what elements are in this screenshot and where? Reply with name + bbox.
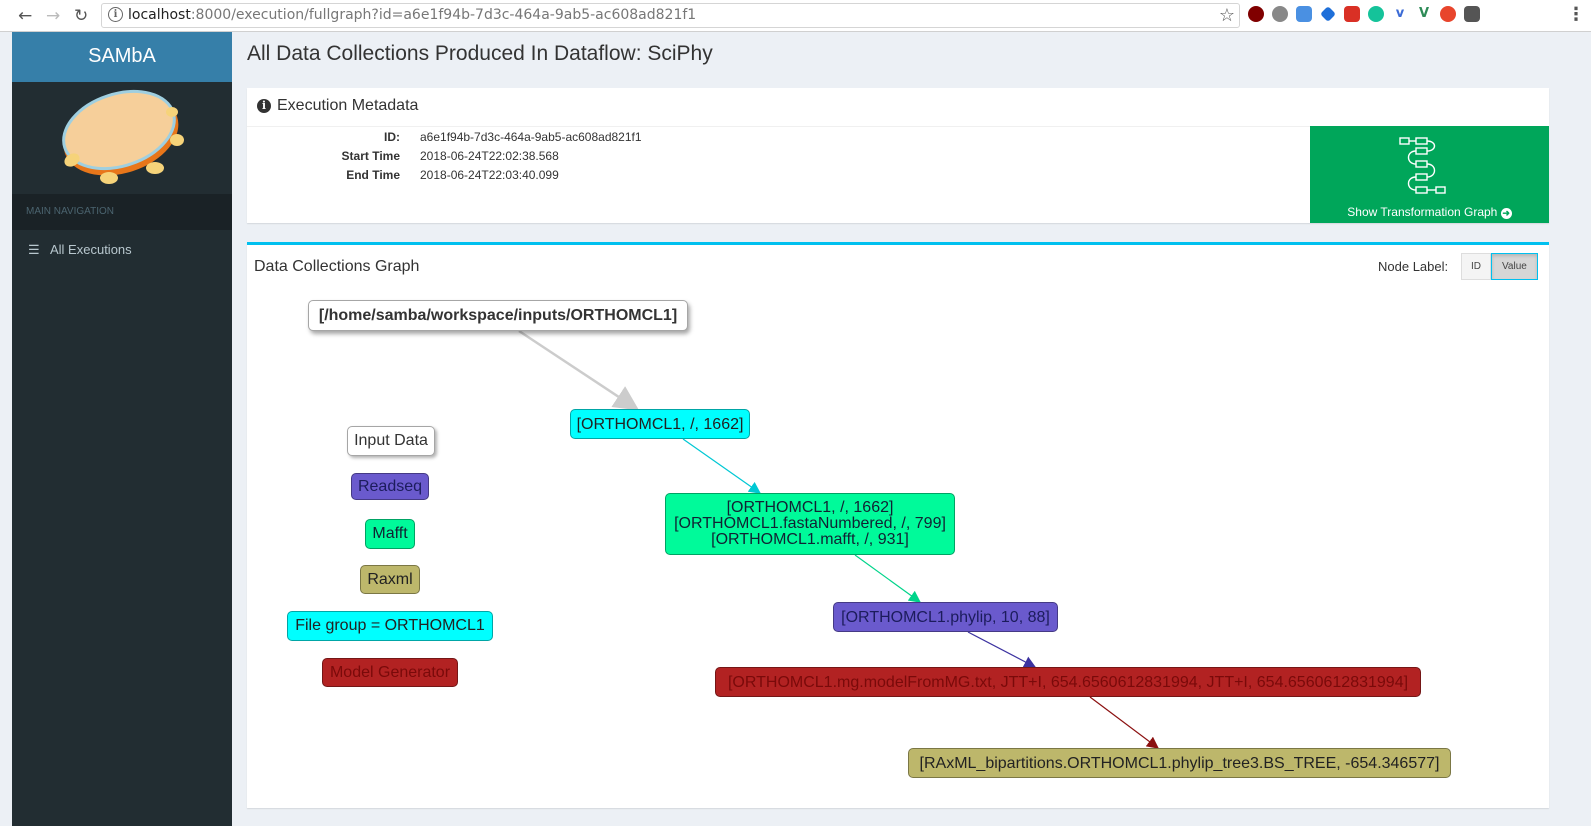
show-transformation-graph-button[interactable]: Show Transformation Graph ➜ [1310, 126, 1549, 223]
vimium-icon[interactable]: v [1392, 6, 1408, 22]
brand-logo-text[interactable]: SAMbA [12, 32, 232, 82]
graph-node-mafft[interactable]: [ORTHOMCL1, /, 1662] [ORTHOMCL1.fastaNum… [665, 493, 955, 555]
page-title: All Data Collections Produced In Dataflo… [247, 42, 713, 65]
extension-icon[interactable] [1464, 6, 1480, 22]
sidebar: SAMbA MAIN NAVIGATION ☰ All Executions [12, 32, 232, 826]
forward-arrow-icon[interactable]: → [46, 6, 60, 26]
data-collections-graph-box: Data Collections Graph Node Label: ID Va… [247, 242, 1549, 808]
info-circle-icon: i [257, 99, 271, 113]
legend-file-group[interactable]: File group = ORTHOMCL1 [287, 611, 493, 641]
graph-edge [1089, 696, 1159, 749]
address-bar[interactable]: i localhost:8000/execution/fullgraph?id=… [101, 3, 1240, 28]
url-text[interactable]: localhost:8000/execution/fullgraph?id=a6… [128, 7, 696, 23]
start-time-label: Start Time [341, 149, 400, 163]
grammarly-icon[interactable] [1368, 6, 1384, 22]
legend-model-generator[interactable]: Model Generator [322, 658, 458, 687]
end-time-value: 2018-06-24T22:03:40.099 [420, 168, 559, 182]
sidebar-item-all-executions[interactable]: ☰ All Executions [12, 230, 232, 270]
legend-raxml[interactable]: Raxml [360, 565, 420, 594]
graph-node-line: [ORTHOMCL1.mafft, /, 931] [711, 531, 909, 548]
nav-header: MAIN NAVIGATION [12, 194, 232, 230]
info-icon[interactable]: i [108, 7, 123, 22]
graph-node-file-group[interactable]: [ORTHOMCL1, /, 1662] [570, 409, 750, 439]
legend-mafft[interactable]: Mafft [365, 519, 415, 549]
browser-menu-icon[interactable]: ⋮ [1567, 4, 1585, 25]
list-icon: ☰ [28, 242, 40, 257]
graph-node-readseq[interactable]: [ORTHOMCL1.phylip, 10, 88] [833, 602, 1058, 632]
bookmark-star-icon[interactable]: ☆ [1219, 5, 1235, 26]
reload-icon[interactable]: ↻ [74, 6, 88, 26]
execution-metadata-box: i Execution Metadata ID: a6e1f94b-7d3c-46… [247, 88, 1549, 223]
extension-icons: v V [1248, 6, 1488, 26]
extension-icon[interactable] [1344, 6, 1360, 22]
metadata-header: i Execution Metadata [247, 88, 1549, 127]
browser-toolbar: ← → ↻ i localhost:8000/execution/fullgra… [0, 0, 1591, 32]
extension-icon[interactable] [1440, 6, 1456, 22]
transform-button-label: Show Transformation Graph [1347, 205, 1498, 219]
graph-node-raxml[interactable]: [RAxML_bipartitions.ORTHOMCL1.phylip_tre… [908, 748, 1451, 778]
end-time-label: End Time [346, 168, 400, 182]
tambourine-logo [12, 82, 232, 194]
graph-node-line: [ORTHOMCL1, /, 1662] [726, 499, 894, 516]
id-label: ID: [384, 130, 400, 144]
graph-edge [518, 329, 640, 411]
graph-edge [682, 438, 761, 494]
id-value: a6e1f94b-7d3c-464a-9ab5-ac608ad821f1 [420, 130, 642, 144]
translate-icon[interactable] [1296, 6, 1312, 22]
extension-icon[interactable] [1272, 6, 1288, 22]
graph-node-input[interactable]: [/home/samba/workspace/inputs/ORTHOMCL1] [308, 300, 688, 331]
legend-input-data[interactable]: Input Data [347, 426, 435, 456]
flowchart-icon [1399, 137, 1446, 194]
back-arrow-icon[interactable]: ← [18, 6, 32, 26]
arrow-circle-right-icon: ➜ [1500, 208, 1512, 219]
sidebar-item-label: All Executions [50, 242, 132, 257]
graph-edge [854, 554, 921, 603]
graph-edge [967, 631, 1037, 668]
extension-icon[interactable] [1320, 6, 1336, 22]
vue-devtools-icon[interactable]: V [1416, 6, 1432, 22]
graph-node-line: [ORTHOMCL1.fastaNumbered, /, 799] [674, 515, 946, 532]
legend-readseq[interactable]: Readseq [351, 473, 429, 500]
ublock-icon[interactable] [1248, 6, 1264, 22]
graph-node-model-generator[interactable]: [ORTHOMCL1.mg.modelFromMG.txt, JTT+I, 65… [715, 667, 1421, 697]
start-time-value: 2018-06-24T22:02:38.568 [420, 149, 559, 163]
